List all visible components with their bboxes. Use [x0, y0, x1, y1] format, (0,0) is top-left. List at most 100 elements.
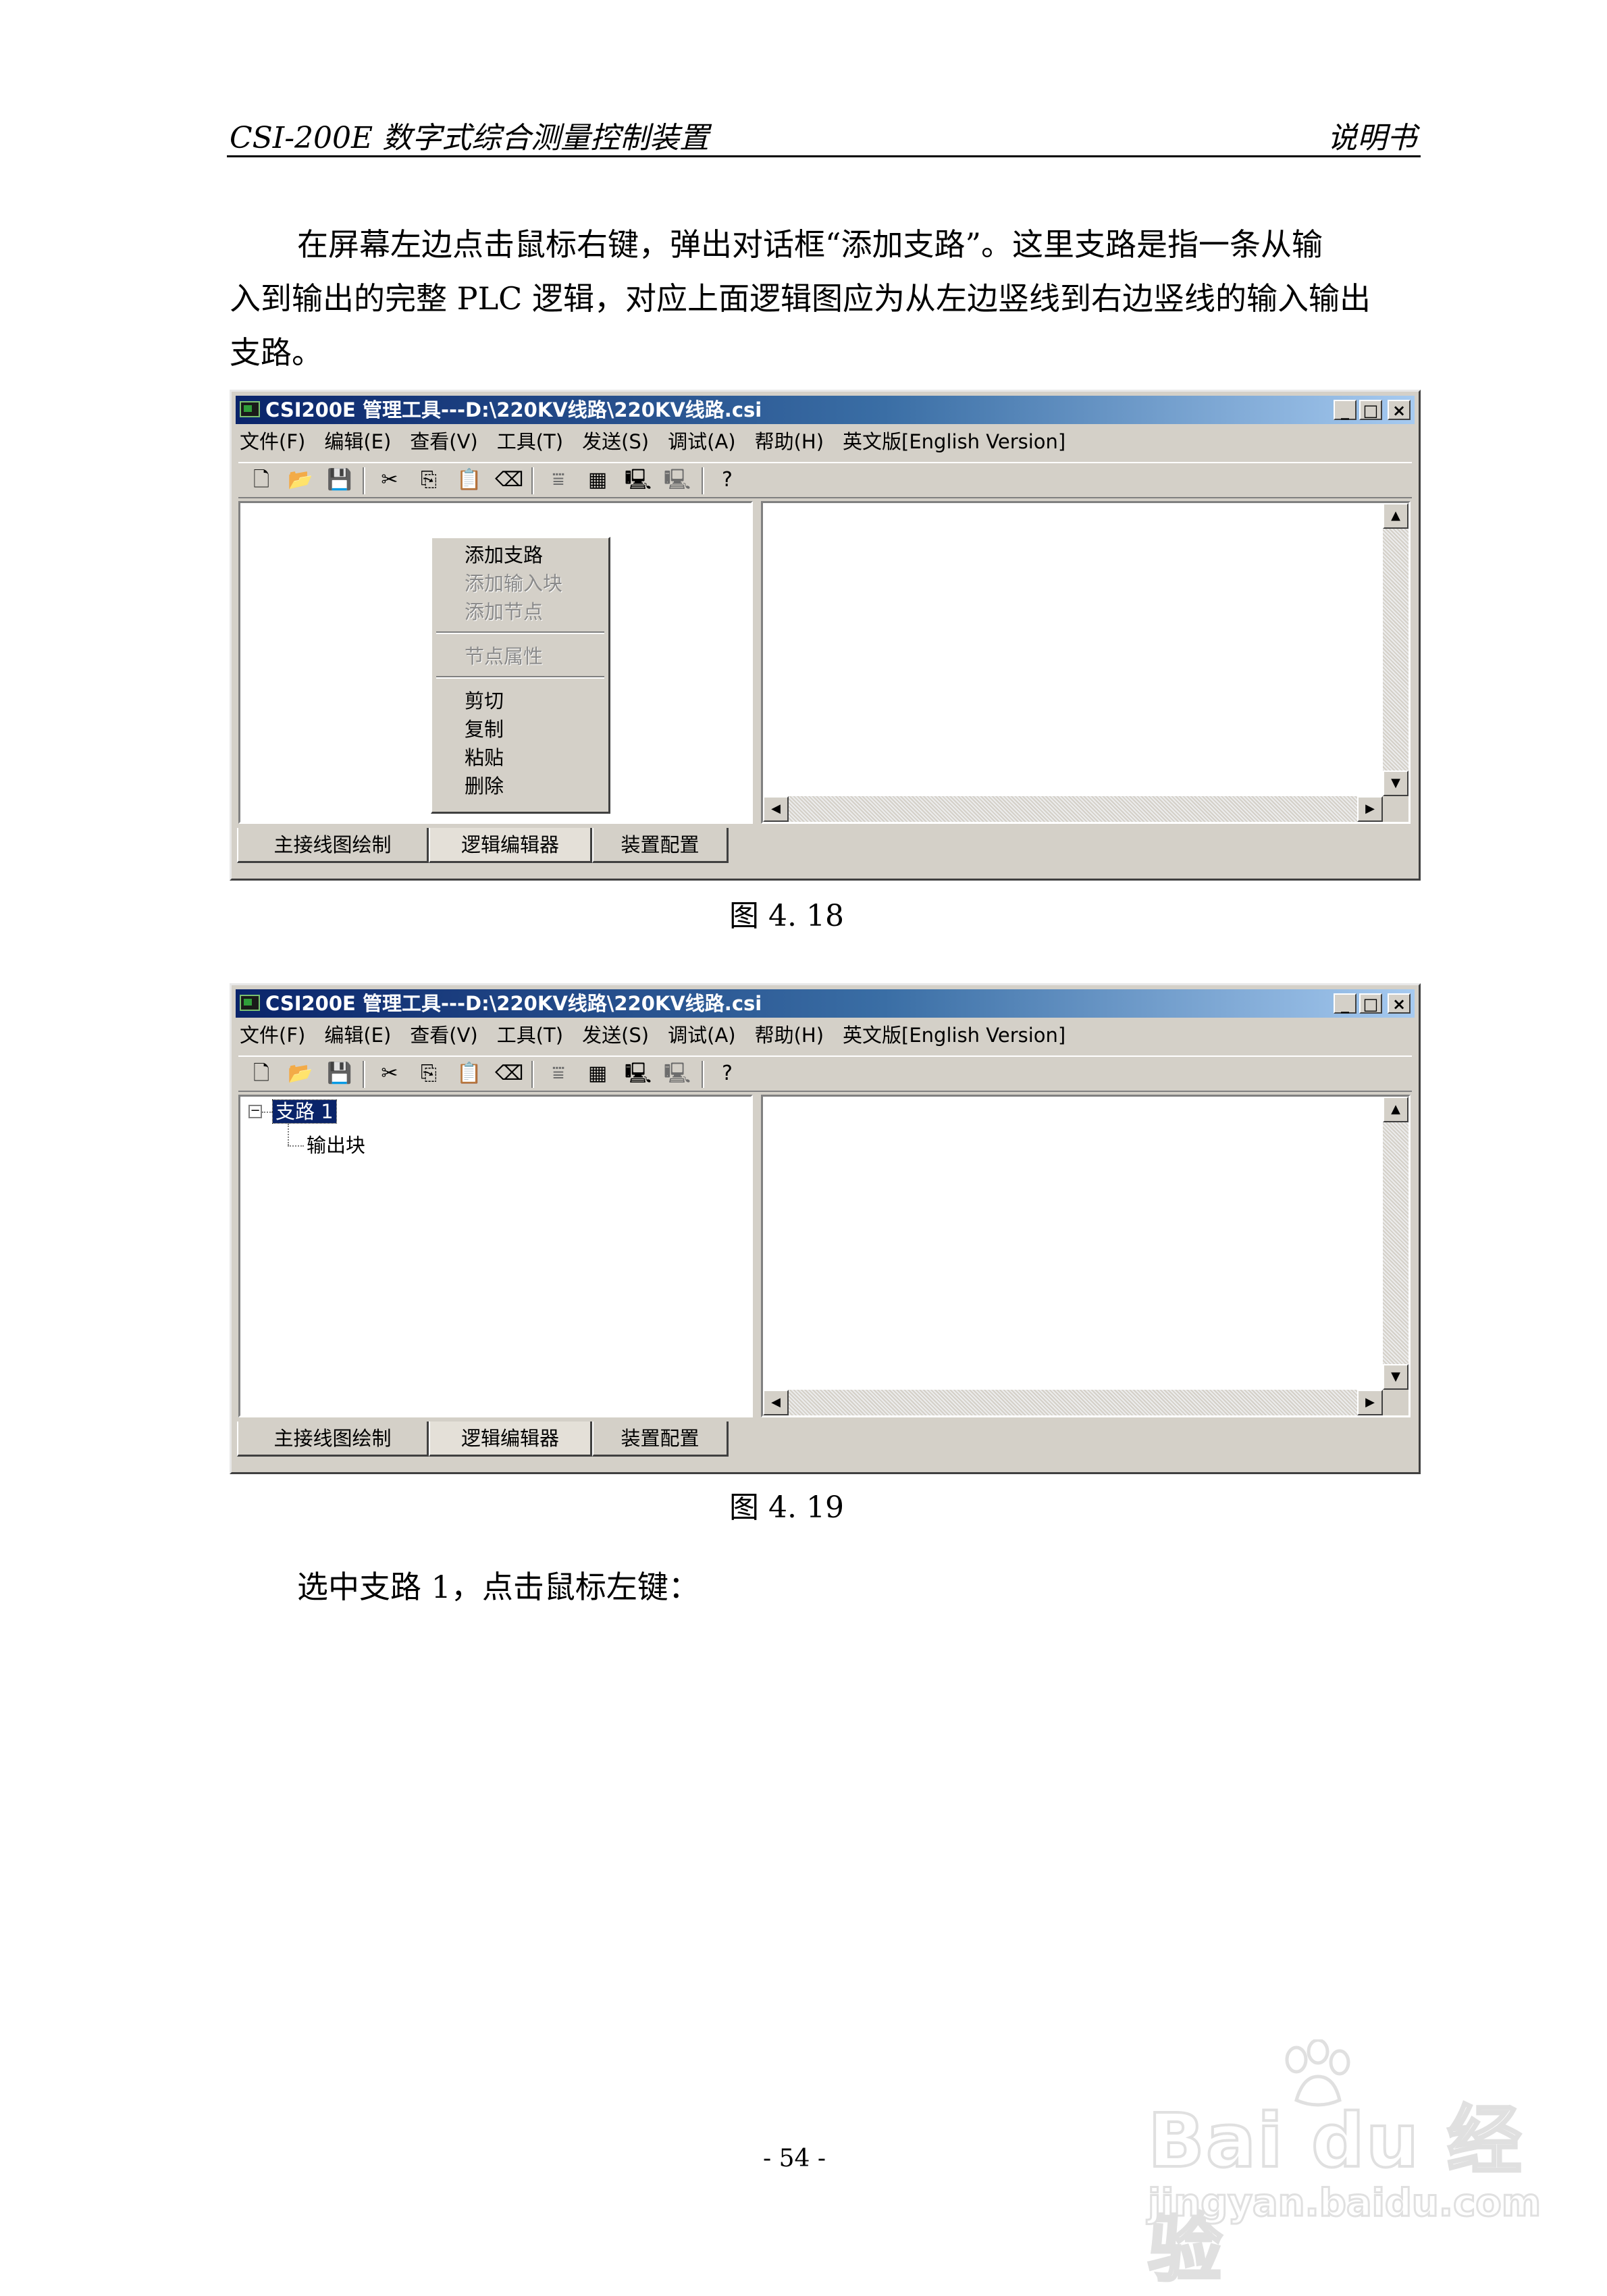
eraser-icon[interactable]: ⌫ — [495, 1061, 523, 1087]
eraser-icon[interactable]: ⌫ — [495, 467, 523, 493]
close-button[interactable]: × — [1388, 400, 1411, 420]
menu-file[interactable]: 文件(F) — [240, 1022, 305, 1049]
open-icon[interactable]: 📂 — [287, 467, 314, 493]
paragraph-1-line-1: 在屏幕左边点击鼠标右键，弹出对话框“添加支路”。这里支路是指一条从输 — [297, 226, 1323, 263]
tree-connector — [262, 1112, 273, 1113]
minimize-button[interactable]: _ — [1334, 993, 1356, 1014]
tab-main-wiring[interactable]: 主接线图绘制 — [237, 828, 429, 863]
toolbar-separator — [363, 467, 365, 494]
maximize-button[interactable]: □ — [1359, 993, 1382, 1014]
paragraph-1-line-3: 支路。 — [230, 334, 323, 371]
filter-icon[interactable]: ⩸ — [545, 467, 572, 493]
app-window-fig-419: CSI200E 管理工具---D:\220KV线路\220KV线路.csi _ … — [230, 983, 1421, 1474]
maximize-button[interactable]: □ — [1359, 400, 1382, 420]
scroll-down-icon[interactable]: ▼ — [1383, 771, 1408, 796]
menu-item-paste[interactable]: 粘贴 — [465, 743, 504, 772]
paste-icon[interactable]: 📋 — [456, 1061, 483, 1087]
left-pane-tree[interactable]: − 支路 1 输出块 — [238, 1095, 753, 1417]
tab-device-config[interactable]: 装置配置 — [592, 1421, 729, 1457]
figure-caption-418: 图 4. 18 — [729, 899, 844, 933]
menu-item-add-node: 添加节点 — [465, 600, 544, 623]
left-pane[interactable]: 添加支路 添加输入块 添加节点 节点属性 剪切 复制 粘贴 删除 — [238, 501, 753, 824]
help-icon[interactable]: ? — [714, 467, 741, 493]
cut-icon[interactable]: ✂ — [376, 1061, 403, 1087]
right-pane[interactable]: ▲ ▼ ◀ ▶ — [761, 501, 1411, 824]
tab-logic-editor[interactable]: 逻辑编辑器 — [429, 1421, 592, 1457]
scroll-left-icon[interactable]: ◀ — [763, 1390, 789, 1415]
scroll-corner — [1383, 1390, 1408, 1415]
scroll-down-icon[interactable]: ▼ — [1383, 1364, 1408, 1390]
copy-icon[interactable]: ⎘ — [415, 467, 442, 493]
help-icon[interactable]: ? — [714, 1061, 741, 1087]
tree-node-branch-1[interactable]: 支路 1 — [272, 1099, 337, 1124]
vertical-scrollbar[interactable]: ▲ ▼ — [1383, 1097, 1408, 1390]
save-icon[interactable]: 💾 — [326, 1061, 353, 1087]
scroll-left-icon[interactable]: ◀ — [763, 796, 789, 822]
menu-send[interactable]: 发送(S) — [582, 1022, 649, 1049]
minimize-button[interactable]: _ — [1334, 400, 1356, 420]
horizontal-scrollbar[interactable]: ◀ ▶ — [763, 1390, 1383, 1415]
copy-icon[interactable]: ⎘ — [415, 1061, 442, 1087]
tab-main-wiring[interactable]: 主接线图绘制 — [237, 1421, 429, 1457]
menu-send[interactable]: 发送(S) — [582, 428, 649, 455]
menu-item-delete[interactable]: 删除 — [465, 772, 504, 800]
scroll-right-icon[interactable]: ▶ — [1357, 1390, 1383, 1415]
grid-icon[interactable]: ▦ — [584, 467, 611, 493]
filter-icon[interactable]: ⩸ — [545, 1061, 572, 1087]
open-icon[interactable]: 📂 — [287, 1061, 314, 1087]
cut-icon[interactable]: ✂ — [376, 467, 403, 493]
toolbar-separator — [702, 467, 704, 494]
tree-collapse-icon[interactable]: − — [248, 1105, 262, 1118]
send-icon[interactable]: 🖳 — [625, 467, 652, 493]
right-pane[interactable]: ▲ ▼ ◀ ▶ — [761, 1095, 1411, 1417]
menu-tools[interactable]: 工具(T) — [497, 428, 563, 455]
menu-debug[interactable]: 调试(A) — [668, 1022, 735, 1049]
app-icon — [240, 995, 260, 1011]
menu-item-copy[interactable]: 复制 — [465, 715, 504, 743]
tree-connector — [288, 1145, 304, 1147]
menu-english-version[interactable]: 英文版[English Version] — [843, 1022, 1065, 1049]
window-title: CSI200E 管理工具---D:\220KV线路\220KV线路.csi — [265, 992, 762, 1015]
tab-device-config[interactable]: 装置配置 — [592, 828, 729, 863]
tab-strip: 主接线图绘制 逻辑编辑器 装置配置 — [237, 1421, 1413, 1458]
tab-logic-editor[interactable]: 逻辑编辑器 — [429, 828, 592, 863]
menu-view[interactable]: 查看(V) — [410, 1022, 477, 1049]
title-bar[interactable]: CSI200E 管理工具---D:\220KV线路\220KV线路.csi _ … — [236, 396, 1415, 424]
context-menu: 添加支路 添加输入块 添加节点 节点属性 剪切 复制 粘贴 删除 — [431, 537, 610, 814]
menu-edit[interactable]: 编辑(E) — [324, 1022, 391, 1049]
scroll-up-icon[interactable]: ▲ — [1383, 1097, 1408, 1122]
save-icon[interactable]: 💾 — [326, 467, 353, 493]
receive-icon[interactable]: 🖳 — [664, 1061, 691, 1087]
menu-debug[interactable]: 调试(A) — [668, 428, 735, 455]
paste-icon[interactable]: 📋 — [456, 467, 483, 493]
paragraph-1-line-2: 入到输出的完整 PLC 逻辑，对应上面逻辑图应为从左边竖线到右边竖线的输入输出 — [230, 280, 1371, 317]
menu-help[interactable]: 帮助(H) — [755, 1022, 824, 1049]
menu-bar: 文件(F) 编辑(E) 查看(V) 工具(T) 发送(S) 调试(A) 帮助(H) 英文版[E… — [240, 428, 1413, 455]
horizontal-scrollbar[interactable]: ◀ ▶ — [763, 796, 1383, 822]
scroll-up-icon[interactable]: ▲ — [1383, 503, 1408, 529]
menu-bar: 文件(F) 编辑(E) 查看(V) 工具(T) 发送(S) 调试(A) 帮助(H) 英文版[E… — [240, 1022, 1413, 1049]
menu-edit[interactable]: 编辑(E) — [324, 428, 391, 455]
receive-icon[interactable]: 🖳 — [664, 467, 691, 493]
new-icon[interactable]: 🗋 — [248, 467, 275, 493]
menu-file[interactable]: 文件(F) — [240, 428, 305, 455]
menu-separator — [436, 631, 604, 634]
menu-english-version[interactable]: 英文版[English Version] — [843, 428, 1065, 455]
menu-separator — [436, 676, 604, 679]
tree-node-output-block[interactable]: 输出块 — [307, 1133, 365, 1157]
menu-item-cut[interactable]: 剪切 — [465, 687, 504, 715]
grid-icon[interactable]: ▦ — [584, 1061, 611, 1087]
menu-view[interactable]: 查看(V) — [410, 428, 477, 455]
send-icon[interactable]: 🖳 — [625, 1061, 652, 1087]
scroll-right-icon[interactable]: ▶ — [1357, 796, 1383, 822]
title-bar[interactable]: CSI200E 管理工具---D:\220KV线路\220KV线路.csi _ … — [236, 989, 1415, 1018]
menu-item-add-branch[interactable]: 添加支路 — [465, 541, 543, 569]
new-icon[interactable]: 🗋 — [248, 1061, 275, 1087]
toolbar-separator — [702, 1061, 704, 1088]
watermark-url: jingyan.baidu.com — [1147, 2181, 1542, 2226]
vertical-scrollbar[interactable]: ▲ ▼ — [1383, 503, 1408, 796]
paragraph-1: 在屏幕左边点击鼠标右键，弹出对话框“添加支路”。这里支路是指一条从输 入到输出的… — [230, 217, 1404, 380]
close-button[interactable]: × — [1388, 993, 1411, 1014]
menu-tools[interactable]: 工具(T) — [497, 1022, 563, 1049]
menu-help[interactable]: 帮助(H) — [755, 428, 824, 455]
